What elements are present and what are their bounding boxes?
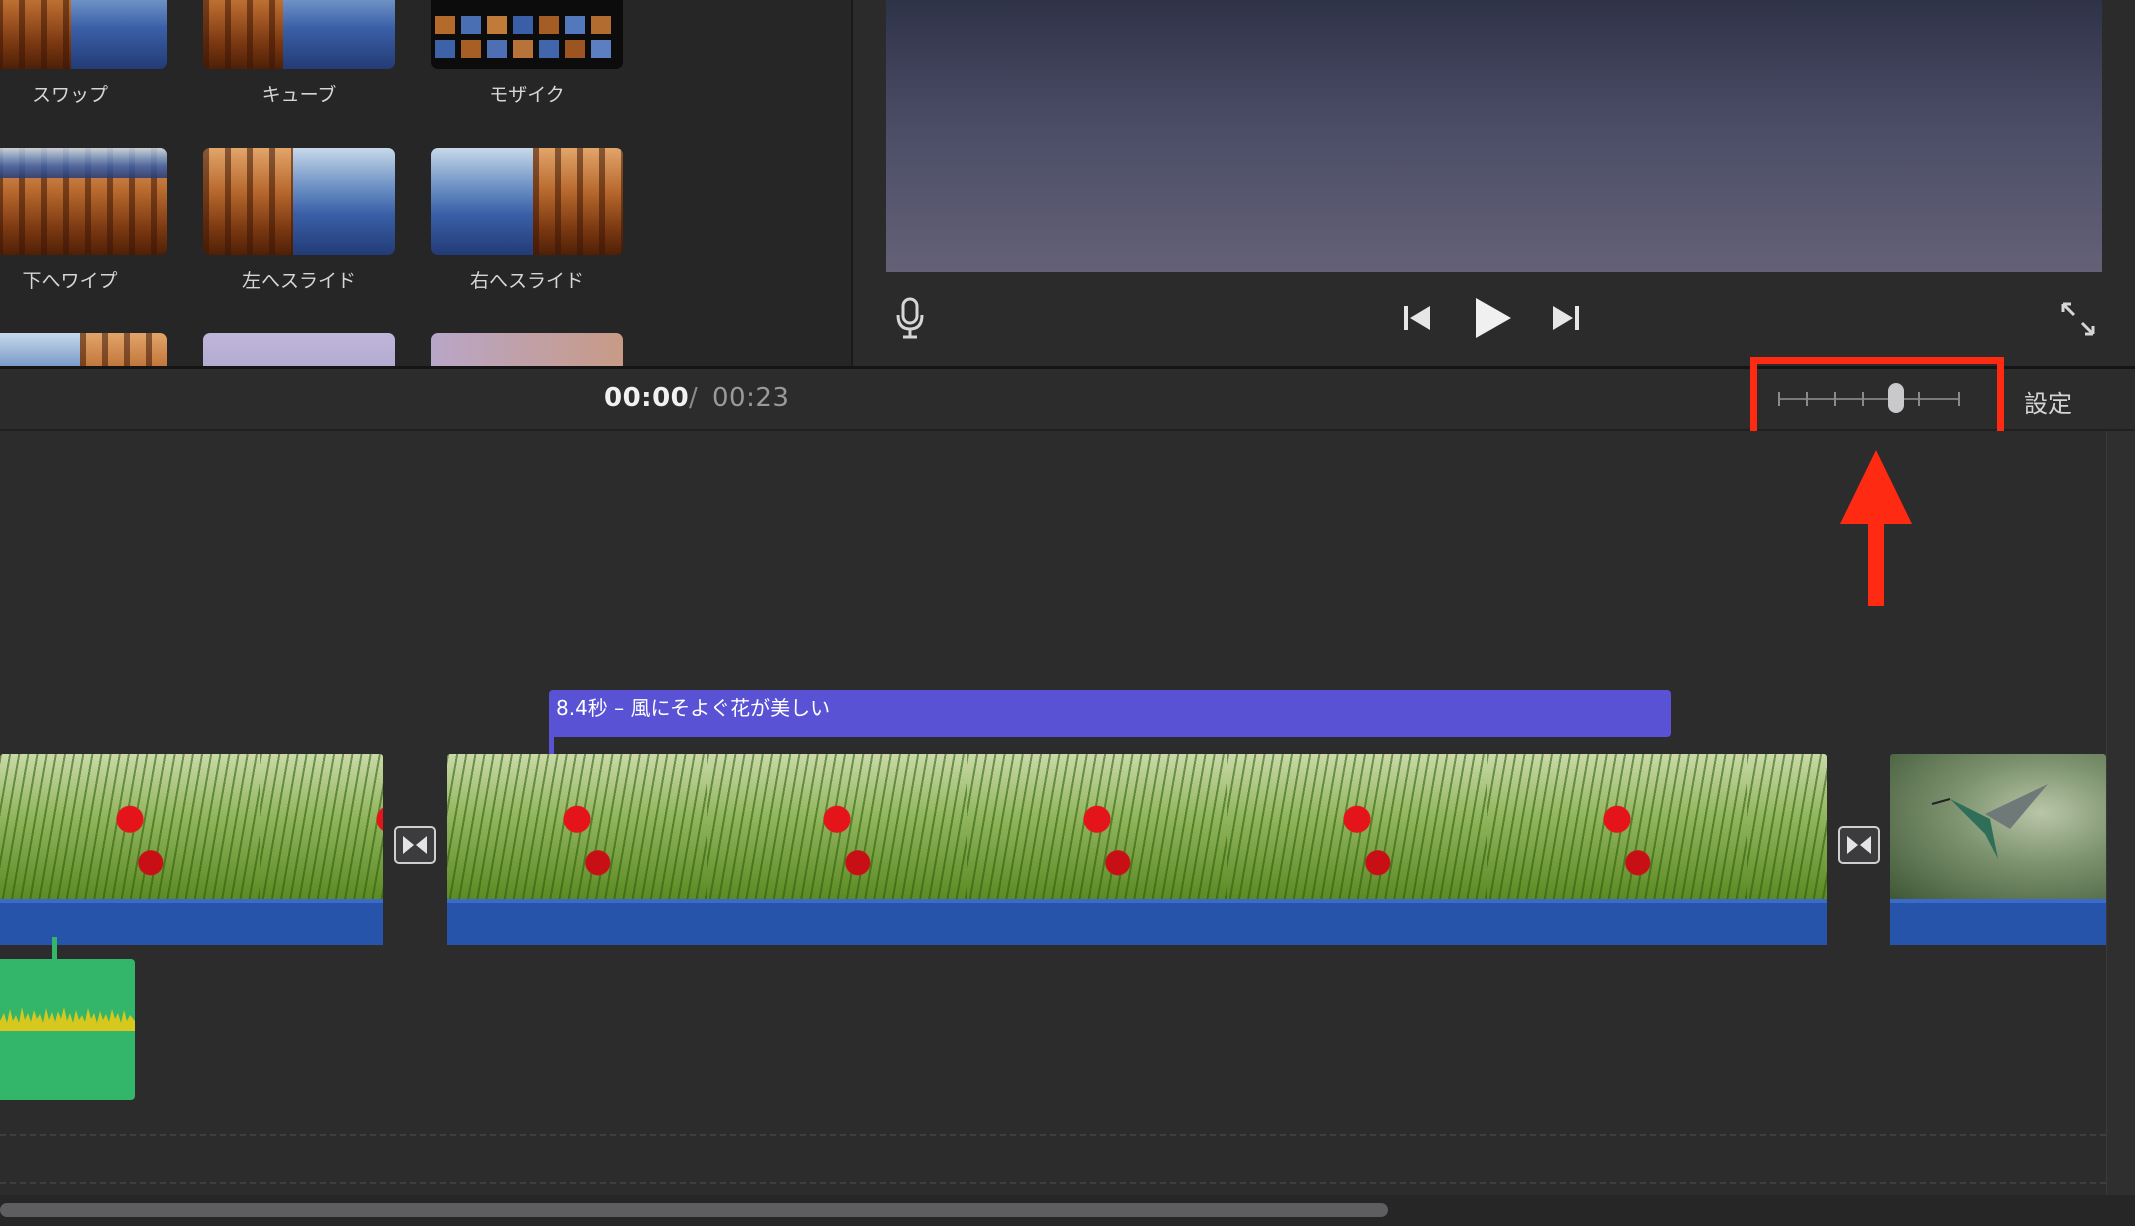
transition-thumb-slide-right[interactable] [431,148,623,255]
bowtie-transition-icon[interactable] [394,826,436,864]
video-clip-hummingbird[interactable] [1890,754,2106,901]
video-clip[interactable] [0,754,383,901]
vertical-scrollbar[interactable] [2106,431,2135,1195]
background-music-clip[interactable] [0,959,135,1100]
title-clip-label: 8.4秒 – 風にそよぐ花が美しい [556,696,831,720]
transition-thumb[interactable] [0,333,167,366]
music-connector [52,937,57,961]
hummingbird-image [1931,784,2048,859]
skip-forward-icon[interactable] [1551,304,1581,332]
track-divider [0,1134,2106,1136]
transition-label: 下へワイプ [22,270,118,292]
fullscreen-icon[interactable] [2060,301,2096,337]
video-clip[interactable] [447,754,1827,901]
settings-button[interactable]: 設定 [2024,384,2072,419]
transition-thumb-slide-left[interactable] [203,148,395,255]
clip-audio-bar [447,899,1827,945]
transition-thumb-cube[interactable] [203,0,395,69]
timecode-separator: / [689,383,698,413]
transition-thumb-wipe-down[interactable] [0,148,167,255]
current-timecode: 00:00 [604,383,690,413]
annotation-arrow [1840,450,1912,606]
transition-browser: スワップ キューブ モザイク 下へワイプ 左へスライド 右へスライド [0,0,851,366]
transition-thumb[interactable] [203,333,395,366]
bowtie-transition-icon[interactable] [1838,826,1880,864]
transition-label: スワップ [31,84,108,106]
audio-waveform [0,1007,135,1031]
transition-label: キューブ [261,84,337,106]
clip-audio-bar [1890,899,2106,945]
highlight-box [1750,357,2004,439]
clip-audio-bar [0,899,383,945]
preview-screen [886,0,2102,272]
transition-label: モザイク [489,84,565,106]
play-icon[interactable] [1473,296,1513,340]
track-divider [0,1182,2106,1184]
skip-back-icon[interactable] [1402,304,1432,332]
horizontal-scroll-thumb[interactable] [0,1203,1388,1217]
microphone-icon[interactable] [895,297,925,339]
transition-thumb-swap[interactable] [0,0,167,69]
transition-label: 左へスライド [241,270,356,292]
transition-label: 右へスライド [469,270,584,292]
total-timecode: 00:23 [712,383,790,413]
transition-thumb[interactable] [431,333,623,366]
transition-thumb-mosaic[interactable] [431,0,623,69]
